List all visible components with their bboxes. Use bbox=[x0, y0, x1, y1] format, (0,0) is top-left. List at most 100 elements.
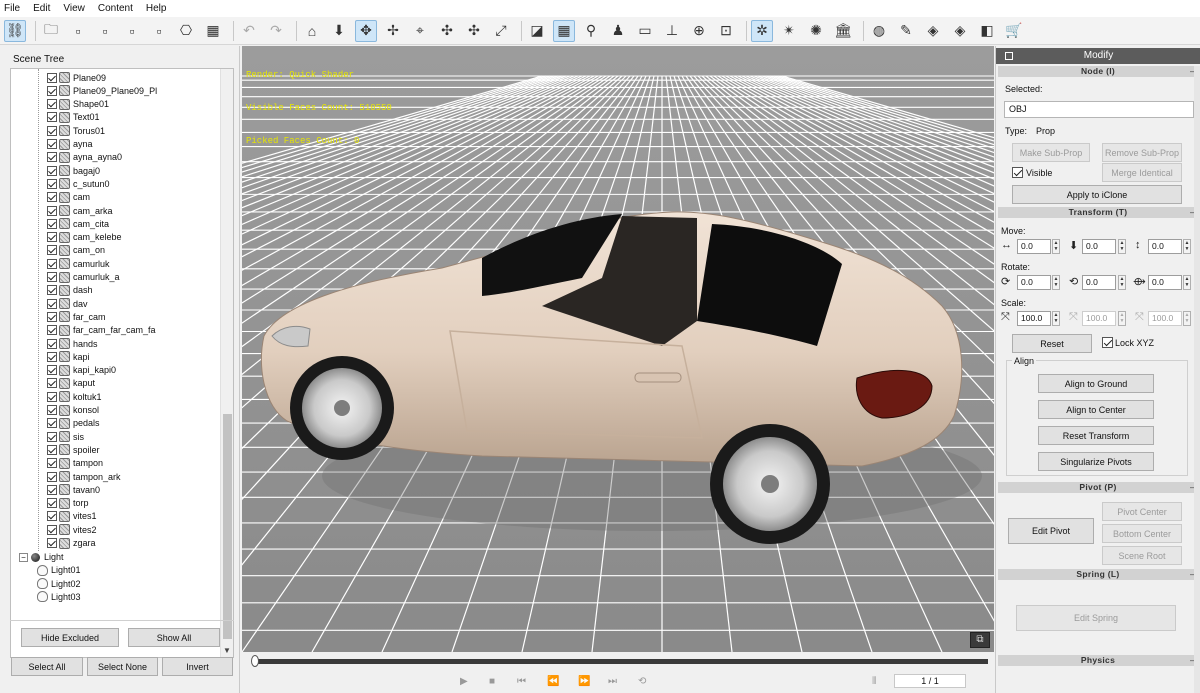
visibility-checkbox[interactable] bbox=[47, 112, 57, 123]
rotate-z-input[interactable]: 0.0 bbox=[1148, 275, 1182, 290]
fast-forward-icon[interactable]: ⏩ bbox=[578, 676, 590, 687]
last-frame-icon[interactable]: ⏭ bbox=[608, 676, 617, 687]
visibility-checkbox[interactable] bbox=[47, 85, 57, 96]
edit-spring-button[interactable]: Edit Spring bbox=[1016, 605, 1176, 631]
scale-icon[interactable]: ⤢ bbox=[490, 20, 512, 42]
pan-icon[interactable]: ✣ bbox=[436, 20, 458, 42]
sun-icon[interactable]: ✺ bbox=[805, 20, 827, 42]
undo-icon[interactable]: ↶ bbox=[238, 20, 260, 42]
tree-item[interactable]: zgara bbox=[47, 537, 96, 550]
tree-item[interactable]: kapi bbox=[47, 350, 90, 363]
tree-item-light[interactable]: Light01 bbox=[37, 564, 81, 577]
apply-iclone-button[interactable]: Apply to iClone bbox=[1012, 185, 1182, 204]
tree-item[interactable]: cam_kelebe bbox=[47, 231, 122, 244]
visibility-checkbox[interactable] bbox=[47, 139, 57, 149]
loop-icon[interactable]: ⟲ bbox=[638, 676, 646, 687]
tree-item[interactable]: tavan0 bbox=[47, 483, 100, 496]
tree-item-light[interactable]: Light02 bbox=[37, 577, 81, 590]
visibility-checkbox[interactable] bbox=[47, 99, 57, 110]
visibility-checkbox[interactable] bbox=[47, 298, 57, 309]
reset-button[interactable]: Reset bbox=[1012, 334, 1092, 353]
move-icon[interactable]: ✥ bbox=[355, 19, 377, 42]
ik-icon[interactable]: ⚲ bbox=[580, 20, 602, 42]
show-all-button[interactable]: Show All bbox=[128, 628, 220, 647]
ground-icon[interactable]: ⊥ bbox=[661, 20, 683, 42]
wrench-icon[interactable]: ✎ bbox=[895, 20, 917, 42]
scene-tree-list[interactable]: Plane09 Plane09_Plane09_Pl Shape01 Text01 To… bbox=[10, 68, 234, 658]
visibility-checkbox[interactable] bbox=[47, 431, 57, 442]
tree-item[interactable]: camurluk_a bbox=[47, 271, 120, 284]
tree-item[interactable]: dash bbox=[47, 284, 93, 297]
tree-item-light[interactable]: Light03 bbox=[37, 590, 81, 603]
fbx-export-icon[interactable]: ▫ bbox=[94, 20, 116, 42]
physics-section-header[interactable]: Physics – bbox=[998, 655, 1198, 666]
select-none-button[interactable]: Select None bbox=[87, 657, 158, 676]
tree-item[interactable]: kapi_kapi0 bbox=[47, 364, 116, 377]
visibility-checkbox[interactable] bbox=[47, 484, 57, 495]
rewind-icon[interactable]: ⏪ bbox=[547, 676, 559, 687]
modify-scrollbar[interactable] bbox=[1194, 66, 1200, 693]
redo-icon[interactable]: ↷ bbox=[265, 20, 287, 42]
tree-item[interactable]: far_cam_far_cam_fa bbox=[47, 324, 156, 337]
tree-item[interactable]: Text01 bbox=[47, 111, 100, 124]
spinner-arrows-icon[interactable]: ▲ ▼ bbox=[1183, 311, 1191, 326]
tree-item[interactable]: Plane09 bbox=[47, 71, 106, 84]
tree-item[interactable]: torp bbox=[47, 497, 89, 510]
terrain-icon[interactable]: ▦ bbox=[202, 20, 224, 42]
visibility-checkbox[interactable] bbox=[47, 458, 57, 469]
museum-icon[interactable]: 🏛 bbox=[832, 20, 854, 42]
transform-section-header[interactable]: Transform (T) – bbox=[998, 207, 1198, 218]
make-sub-prop-button[interactable]: Make Sub-Prop bbox=[1012, 143, 1090, 162]
timeline-playhead[interactable] bbox=[251, 655, 259, 667]
tree-item[interactable]: cam_cita bbox=[47, 217, 109, 230]
bottom-center-button[interactable]: Bottom Center bbox=[1102, 524, 1182, 543]
pivot-center-button[interactable]: Pivot Center bbox=[1102, 502, 1182, 521]
pivot-section-header[interactable]: Pivot (P) – bbox=[998, 482, 1198, 493]
scene-root-button[interactable]: Scene Root bbox=[1102, 546, 1182, 565]
menu-edit[interactable]: Edit bbox=[33, 0, 50, 17]
tree-item[interactable]: c_sutun0 bbox=[47, 177, 110, 190]
3d-viewport[interactable]: Render: Quick Shader Visible Faces Count… bbox=[242, 46, 994, 652]
spinner-arrows-icon[interactable]: ▲ ▼ bbox=[1118, 311, 1126, 326]
spinner-arrows-icon[interactable]: ▲ ▼ bbox=[1052, 275, 1060, 290]
tree-item[interactable]: cam_on bbox=[47, 244, 105, 257]
light-icon[interactable]: ✲ bbox=[751, 19, 773, 42]
singularize-pivots-button[interactable]: Singularize Pivots bbox=[1038, 452, 1154, 471]
tree-scroll-thumb[interactable] bbox=[223, 414, 232, 639]
open-folder-icon[interactable]: 🗀 bbox=[40, 20, 62, 42]
visibility-checkbox[interactable] bbox=[47, 272, 57, 282]
align-ground-button[interactable]: Align to Ground bbox=[1038, 374, 1154, 393]
visibility-checkbox[interactable] bbox=[47, 125, 57, 136]
visibility-checkbox[interactable] bbox=[47, 178, 57, 189]
reset-transform-button[interactable]: Reset Transform bbox=[1038, 426, 1154, 445]
tree-item-light-group[interactable]: − Light bbox=[19, 551, 64, 564]
visibility-checkbox[interactable] bbox=[47, 205, 57, 216]
visibility-checkbox[interactable] bbox=[47, 152, 57, 163]
export-icon[interactable]: ▫ bbox=[121, 20, 143, 42]
model-icon[interactable]: ⎔ bbox=[175, 20, 197, 42]
visibility-checkbox[interactable] bbox=[47, 538, 57, 548]
tree-item[interactable]: vites2 bbox=[47, 523, 97, 536]
pick-icon[interactable]: ⌖ bbox=[409, 20, 431, 42]
scale-z-input[interactable]: 100.0 bbox=[1148, 311, 1182, 326]
visibility-checkbox[interactable] bbox=[47, 444, 57, 455]
move-down-icon[interactable]: ⬇ bbox=[328, 20, 350, 42]
visibility-checkbox[interactable] bbox=[47, 405, 57, 415]
visibility-checkbox[interactable] bbox=[47, 338, 57, 349]
cart-icon[interactable]: 🛒 bbox=[1003, 20, 1025, 42]
tree-item[interactable]: pedals bbox=[47, 417, 100, 430]
frame-counter[interactable]: 1 / 1 bbox=[894, 674, 966, 688]
tree-item[interactable]: koltuk1 bbox=[47, 390, 102, 403]
visibility-checkbox[interactable] bbox=[47, 391, 57, 402]
visibility-checkbox[interactable] bbox=[47, 311, 57, 322]
first-frame-icon[interactable]: ⏮ bbox=[517, 676, 526, 687]
scale-y-input[interactable]: 100.0 bbox=[1082, 311, 1116, 326]
spinner-arrows-icon[interactable]: ▲ ▼ bbox=[1118, 275, 1126, 290]
invert-button[interactable]: Invert bbox=[162, 657, 233, 676]
play-icon[interactable]: ▶ bbox=[460, 676, 468, 687]
spring-section-header[interactable]: Spring (L) – bbox=[998, 569, 1198, 580]
visibility-checkbox[interactable] bbox=[47, 192, 57, 203]
hide-excluded-button[interactable]: Hide Excluded bbox=[21, 628, 119, 647]
globe-icon[interactable]: ⊕ bbox=[688, 20, 710, 42]
sphere-icon[interactable]: ◍ bbox=[868, 20, 890, 42]
